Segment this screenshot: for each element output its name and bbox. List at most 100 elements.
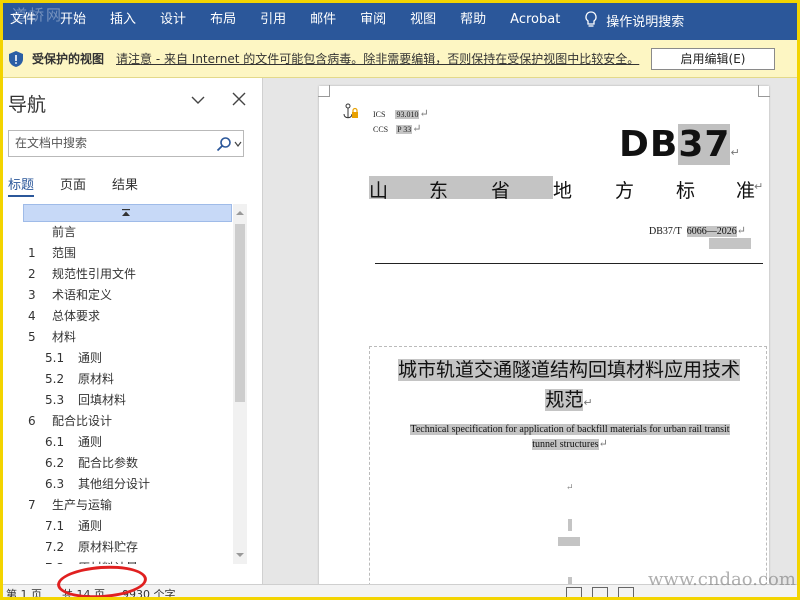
para-mark: ↵	[566, 482, 574, 492]
nav-heading-item[interactable]: 4 总体要求	[23, 306, 232, 327]
nav-heading-item[interactable]: 3 术语和定义	[23, 285, 232, 306]
nav-heading-label: 总体要求	[52, 309, 101, 323]
watermark-bottom: www.cndao.com	[648, 569, 796, 590]
nav-heading-item[interactable]: 5.2 原材料	[23, 369, 232, 390]
title-line-1: 城市轨道交通隧道结构回填材料应用技术	[397, 359, 740, 381]
english-title-line-2: tunnel structures	[532, 439, 599, 450]
tab-home[interactable]: 开始	[48, 0, 98, 40]
nav-heading-number: 5.1	[45, 351, 65, 365]
chevron-down-icon[interactable]	[190, 92, 206, 108]
nav-heading-item[interactable]: 7 生产与运输	[23, 495, 232, 516]
nav-heading-item[interactable]: 2 规范性引用文件	[23, 264, 232, 285]
classification-codes: ICS 93.010↵ CCS P 33↵	[373, 107, 429, 137]
title-text-box[interactable]: 城市轨道交通隧道结构回填材料应用技术 规范↵ Technical specifi…	[369, 346, 767, 584]
nav-heading-label: 术语和定义	[52, 288, 113, 302]
std-number: 6066—2026	[686, 226, 737, 237]
scrollbar-thumb[interactable]	[235, 224, 245, 402]
std-prefix: DB37/T	[649, 226, 682, 237]
nav-heading-label: 通则	[78, 435, 103, 449]
tab-view[interactable]: 视图	[398, 0, 448, 40]
header-rule	[375, 263, 763, 264]
enable-editing-button[interactable]: 启用编辑(E)	[651, 48, 775, 70]
nav-heading-item[interactable]: 1 范围	[23, 243, 232, 264]
nav-heading-number: 6	[28, 414, 36, 428]
province-char: 省	[491, 180, 511, 202]
nav-search-input[interactable]: 在文档中搜索	[8, 130, 244, 157]
margin-corner-top-right	[758, 85, 770, 97]
tab-design[interactable]: 设计	[148, 0, 198, 40]
tab-review[interactable]: 审阅	[348, 0, 398, 40]
db-number: 37	[678, 124, 731, 165]
nav-heading-number: 7.2	[45, 540, 65, 554]
nav-heading-item[interactable]: 5.1 通则	[23, 348, 232, 369]
nav-scrollbar[interactable]	[233, 204, 247, 564]
ribbon-tabs: 文件 开始 插入 设计 布局 引用 邮件 审阅 视图 帮助 Acrobat 操作…	[0, 0, 800, 40]
document-page[interactable]: ICS 93.010↵ CCS P 33↵ DB37↵ 山 东 省 地 方 标 …	[318, 85, 770, 584]
nav-heading-item[interactable]: 7.1 通则	[23, 516, 232, 537]
para-mark: ↵	[598, 438, 608, 450]
scroll-up-icon[interactable]	[235, 208, 245, 218]
tab-layout[interactable]: 布局	[198, 0, 248, 40]
nav-tab-pages[interactable]: 页面	[60, 174, 86, 193]
nav-heading-item[interactable]: 6 配合比设计	[23, 411, 232, 432]
nav-heading-item[interactable]: 7.2 原材料贮存	[23, 537, 232, 558]
province-char: 东	[429, 180, 449, 202]
province-char: 山	[369, 180, 389, 202]
para-mark: ↵	[754, 180, 764, 193]
nav-heading-label: 通则	[78, 519, 103, 533]
nav-heading-number: 7.3	[45, 558, 78, 564]
ccs-value: P 33	[396, 125, 413, 134]
document-area: ICS 93.010↵ CCS P 33↵ DB37↵ 山 东 省 地 方 标 …	[264, 78, 800, 584]
tab-references[interactable]: 引用	[248, 0, 298, 40]
scroll-down-icon[interactable]	[235, 550, 245, 560]
nav-heading-item[interactable]: 5 材料	[23, 327, 232, 348]
nav-heading-number: 6.1	[45, 435, 65, 449]
nav-heading-item[interactable]: 6.3 其他组分设计	[23, 474, 232, 495]
nav-heading-label: 回填材料	[78, 393, 127, 407]
nav-heading-label: 通则	[78, 351, 103, 365]
search-options-chevron-icon[interactable]	[234, 140, 242, 148]
protected-view-message[interactable]: 请注意 - 来自 Internet 的文件可能包含病毒。除非需要编辑，否则保持在…	[116, 50, 639, 67]
nav-heading-label: 材料	[52, 330, 77, 344]
nav-tab-results[interactable]: 结果	[112, 174, 138, 193]
province-highlight	[369, 176, 553, 199]
nav-heading-number: 1	[28, 246, 36, 260]
highlight-mark	[568, 577, 572, 584]
nav-tab-headings[interactable]: 标题	[8, 174, 35, 197]
status-page[interactable]: 第 1 页	[6, 586, 42, 600]
search-icon[interactable]	[216, 136, 232, 152]
db-prefix: DB	[619, 124, 679, 165]
web-layout-icon[interactable]	[618, 587, 634, 598]
scroll-to-top-icon	[122, 209, 130, 216]
nav-heading-number: 2	[28, 267, 36, 281]
nav-heading-item[interactable]: 5.3 回填材料	[23, 390, 232, 411]
tell-me-search[interactable]: 操作说明搜索	[572, 0, 696, 40]
tab-insert[interactable]: 插入	[98, 0, 148, 40]
tab-acrobat[interactable]: Acrobat	[498, 0, 572, 40]
tab-mailings[interactable]: 邮件	[298, 0, 348, 40]
province-char: 方	[615, 180, 635, 202]
tree-scroll-top-button[interactable]	[23, 204, 232, 222]
print-layout-icon[interactable]	[592, 587, 608, 598]
nav-heading-item[interactable]: 6.2 配合比参数	[23, 453, 232, 474]
nav-heading-number: 5	[28, 330, 36, 344]
nav-heading-item[interactable]: 6.1 通则	[23, 432, 232, 453]
nav-heading-label: 生产与运输	[52, 498, 113, 512]
tab-help[interactable]: 帮助	[448, 0, 498, 40]
nav-heading-number: 3	[28, 288, 36, 302]
highlight-mark	[568, 519, 572, 531]
tab-file[interactable]: 文件	[0, 0, 48, 40]
nav-heading-label: 范围	[52, 246, 77, 260]
db-code: DB37↵	[619, 124, 741, 165]
nav-heading-label: 规范性引用文件	[52, 267, 137, 281]
nav-heading-label: 其他组分设计	[78, 477, 151, 491]
read-mode-icon[interactable]	[566, 587, 582, 598]
tell-me-label: 操作说明搜索	[606, 14, 685, 30]
province-char: 地	[553, 180, 573, 202]
nav-heading-item[interactable]: 7.3原材料计量	[23, 558, 232, 564]
close-icon[interactable]	[232, 92, 246, 106]
highlight-mark	[558, 537, 580, 546]
margin-corner-top-left	[318, 85, 330, 97]
protected-view-title: 受保护的视图	[32, 52, 105, 66]
nav-heading-item[interactable]: 前言	[23, 222, 232, 243]
